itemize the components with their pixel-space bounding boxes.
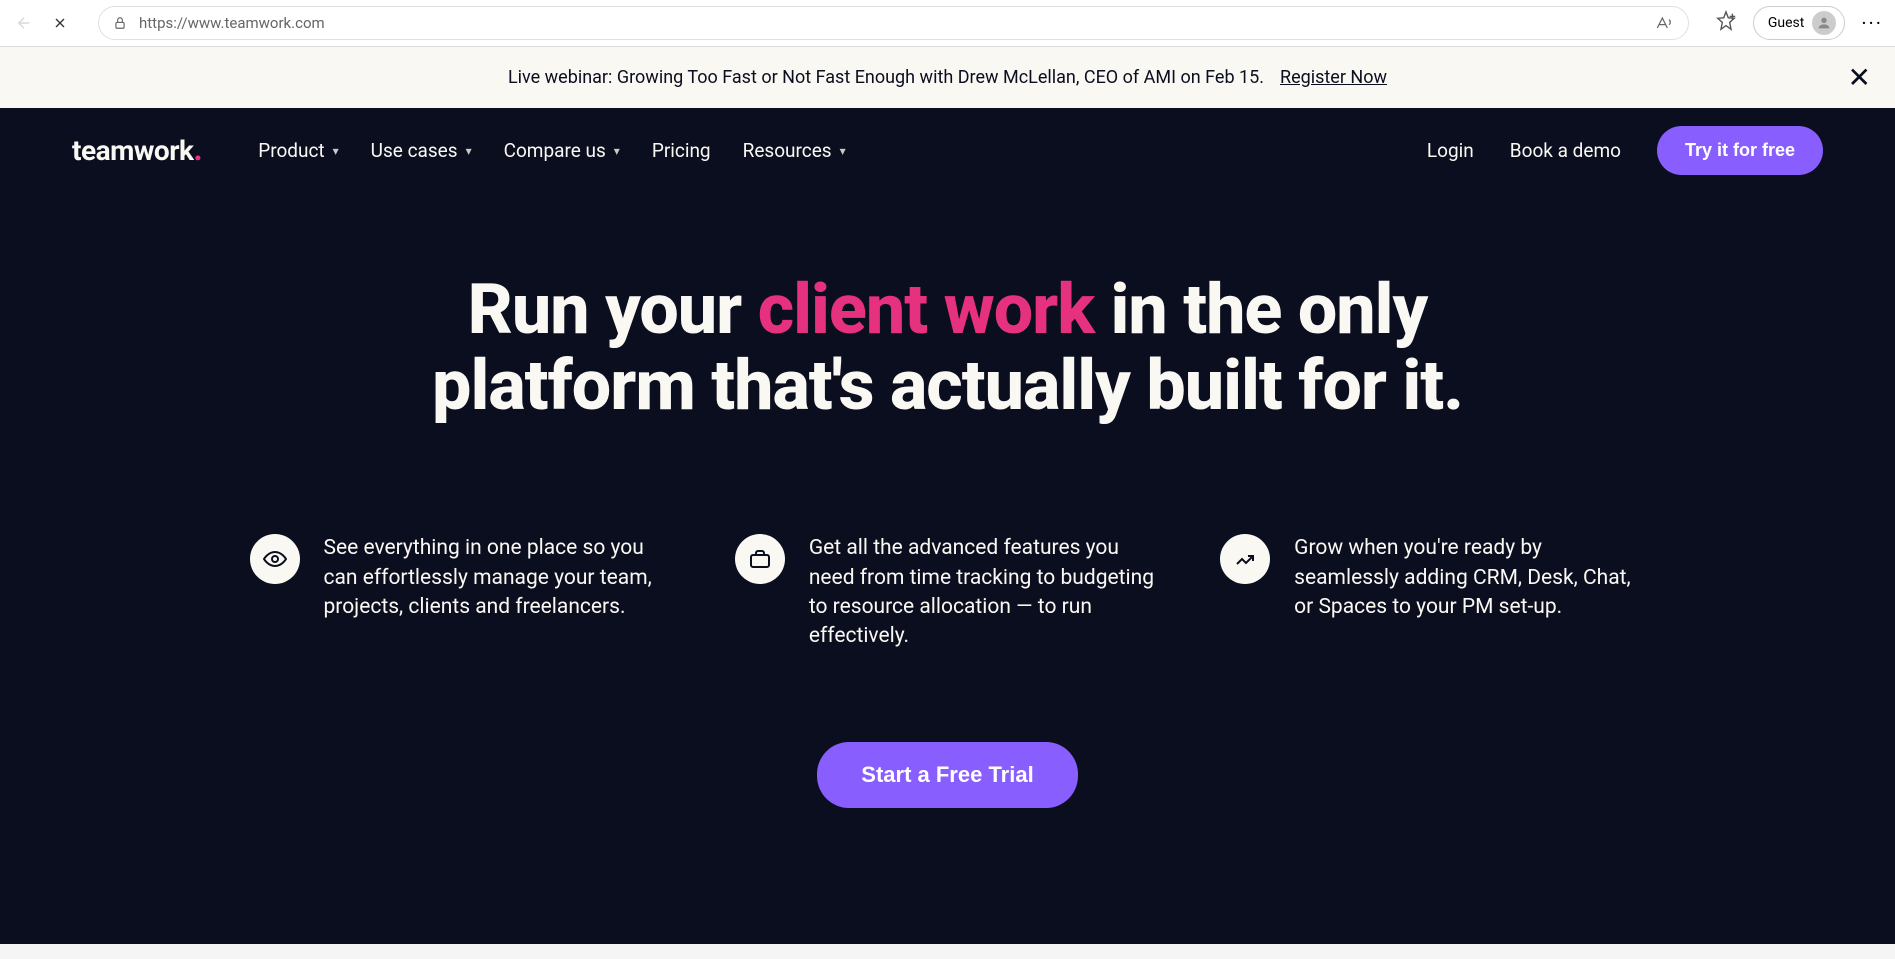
announcement-bar: Live webinar: Growing Too Fast or Not Fa…	[0, 47, 1895, 108]
nav-label: Resources	[743, 139, 832, 162]
avatar-icon	[1812, 11, 1836, 35]
nav-label: Pricing	[652, 139, 711, 162]
feature-text: See everything in one place so you can e…	[324, 534, 675, 622]
hero: Run your client work in the only platfor…	[0, 193, 1895, 464]
nav-right: Login Book a demo Try it for free	[1427, 126, 1823, 175]
eye-icon	[250, 534, 300, 584]
more-menu[interactable]: ···	[1861, 11, 1883, 35]
back-button	[12, 11, 36, 35]
chevron-down-icon: ▾	[333, 144, 339, 158]
book-demo-link[interactable]: Book a demo	[1510, 139, 1621, 162]
announcement-text: Live webinar: Growing Too Fast or Not Fa…	[508, 67, 1264, 88]
features: See everything in one place so you can e…	[178, 464, 1718, 692]
hero-highlight: client work	[758, 269, 1094, 351]
feature-item: See everything in one place so you can e…	[250, 534, 675, 652]
nav-links: Product ▾ Use cases ▾ Compare us ▾ Prici…	[258, 139, 845, 162]
logo-text: teamwork	[72, 134, 193, 167]
close-icon[interactable]: ✕	[1848, 61, 1871, 94]
start-trial-button[interactable]: Start a Free Trial	[817, 742, 1077, 808]
briefcase-icon	[735, 534, 785, 584]
bottom-cta: Start a Free Trial	[0, 692, 1895, 808]
nav-resources[interactable]: Resources ▾	[743, 139, 846, 162]
hero-title: Run your client work in the only platfor…	[398, 273, 1498, 424]
page-body: teamwork. Product ▾ Use cases ▾ Compare …	[0, 108, 1895, 944]
address-bar[interactable]: https://www.teamwork.com	[98, 6, 1689, 40]
read-aloud-icon[interactable]	[1654, 13, 1674, 33]
chevron-down-icon: ▾	[840, 144, 846, 158]
chevron-down-icon: ▾	[614, 144, 620, 158]
login-link[interactable]: Login	[1427, 139, 1474, 162]
try-free-button[interactable]: Try it for free	[1657, 126, 1823, 175]
nav-use-cases[interactable]: Use cases ▾	[371, 139, 472, 162]
feature-item: Get all the advanced features you need f…	[735, 534, 1160, 652]
chevron-down-icon: ▾	[466, 144, 472, 158]
nav-compare[interactable]: Compare us ▾	[504, 139, 620, 162]
guest-label: Guest	[1768, 15, 1804, 31]
announcement-link[interactable]: Register Now	[1280, 67, 1387, 88]
logo[interactable]: teamwork.	[72, 134, 202, 167]
feature-text: Grow when you're ready by seamlessly add…	[1294, 534, 1645, 622]
favorites-icon[interactable]	[1715, 10, 1737, 36]
profile-badge[interactable]: Guest	[1753, 6, 1845, 40]
nav-label: Use cases	[371, 139, 458, 162]
nav-pricing[interactable]: Pricing	[652, 139, 711, 162]
browser-toolbar: https://www.teamwork.com Guest ···	[0, 0, 1895, 47]
nav-label: Product	[258, 139, 324, 162]
trend-icon	[1220, 534, 1270, 584]
stop-button[interactable]	[48, 11, 72, 35]
toolbar-icons: Guest ···	[1715, 6, 1883, 40]
feature-text: Get all the advanced features you need f…	[809, 534, 1160, 652]
hero-pre: Run your	[468, 269, 758, 351]
nav-product[interactable]: Product ▾	[258, 139, 338, 162]
lock-icon	[113, 16, 127, 30]
main-nav: teamwork. Product ▾ Use cases ▾ Compare …	[0, 108, 1895, 193]
feature-item: Grow when you're ready by seamlessly add…	[1220, 534, 1645, 652]
nav-label: Compare us	[504, 139, 606, 162]
url-text: https://www.teamwork.com	[139, 14, 1642, 32]
